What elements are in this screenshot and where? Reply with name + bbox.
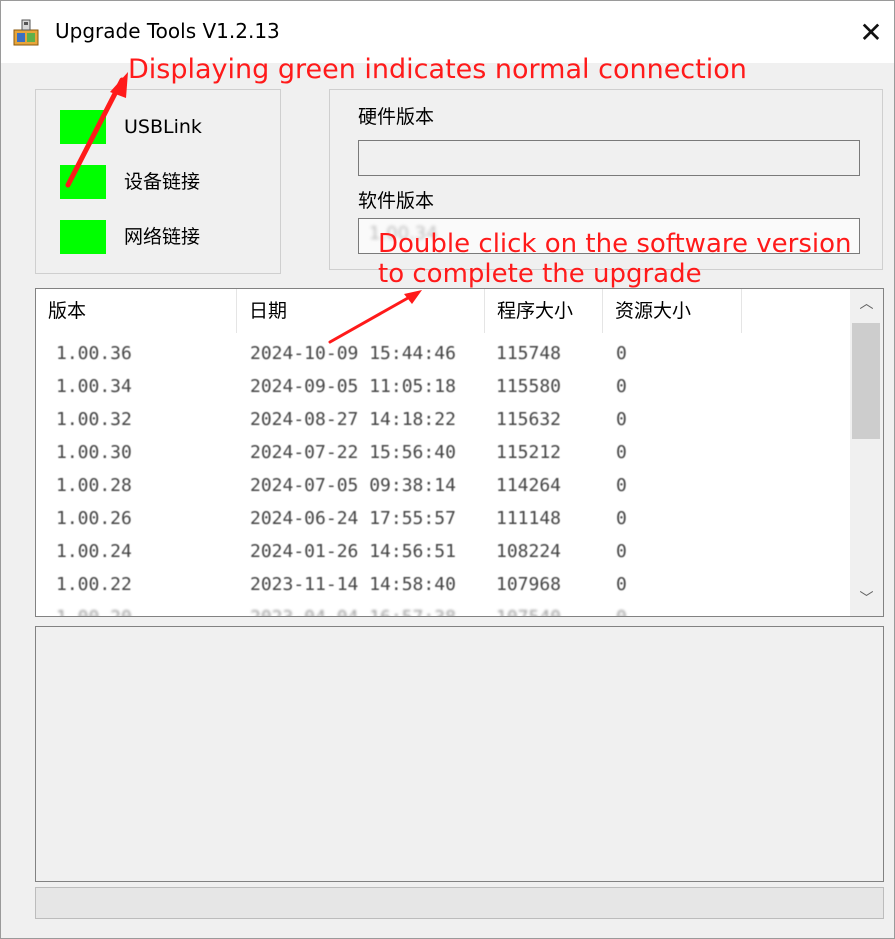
- row-program-size: 115212: [496, 442, 562, 463]
- output-log-area: [35, 626, 884, 882]
- network-link-indicator: [60, 220, 106, 254]
- row-date: 2023-11-14 14:58:40: [250, 574, 456, 595]
- row-resource-size: 0: [616, 409, 627, 430]
- scroll-down-icon[interactable]: ﹀: [850, 584, 883, 614]
- row-version: 1.00.26: [56, 508, 132, 529]
- row-date: 2024-09-05 11:05:18: [250, 376, 456, 397]
- window-title: Upgrade Tools V1.2.13: [55, 19, 280, 43]
- row-resource-size: 0: [616, 541, 627, 562]
- row-version: 1.00.36: [56, 343, 132, 364]
- firmware-list-row[interactable]: 1.00.22 2023-11-14 14:58:40 107968 0: [36, 568, 850, 601]
- usblink-label: USBLink: [124, 116, 202, 138]
- list-header: 版本 日期 程序大小 资源大小: [36, 289, 850, 333]
- row-date: 2024-08-27 14:18:22: [250, 409, 456, 430]
- software-version-label: 软件版本: [358, 190, 435, 212]
- upgrade-tools-app-icon: [13, 19, 39, 46]
- row-version: 1.00.32: [56, 409, 132, 430]
- row-resource-size: 0: [616, 601, 627, 616]
- device-link-indicator: [60, 165, 106, 199]
- row-program-size: 107968: [496, 574, 562, 595]
- row-version: 1.00.30: [56, 442, 132, 463]
- row-resource-size: 0: [616, 442, 627, 463]
- row-date: 2024-06-24 17:55:57: [250, 508, 456, 529]
- row-resource-size: 0: [616, 508, 627, 529]
- row-resource-size: 0: [616, 475, 627, 496]
- usblink-indicator: [60, 110, 106, 144]
- hardware-version-label: 硬件版本: [358, 106, 435, 128]
- firmware-list-row[interactable]: 1.00.32 2024-08-27 14:18:22 115632 0: [36, 403, 850, 436]
- row-resource-size: 0: [616, 343, 627, 364]
- scroll-up-icon[interactable]: ︿: [850, 289, 883, 319]
- close-icon[interactable]: ✕: [847, 13, 895, 53]
- row-resource-size: 0: [616, 376, 627, 397]
- firmware-list-row[interactable]: 1.00.20 2023-04-04 16:57:38 107540 0: [36, 601, 850, 616]
- network-link-label: 网络链接: [124, 226, 201, 248]
- row-date: 2023-04-04 16:57:38: [250, 601, 456, 616]
- firmware-list-row[interactable]: 1.00.36 2024-10-09 15:44:46 115748 0: [36, 337, 850, 370]
- column-header-date[interactable]: 日期: [237, 289, 485, 333]
- upgrade-tools-window: Upgrade Tools V1.2.13 ✕ USBLink 设备链接 网络链…: [0, 0, 895, 939]
- row-program-size: 115748: [496, 343, 562, 364]
- row-date: 2024-10-09 15:44:46: [250, 343, 456, 364]
- upgrade-annotation-line2: to complete the upgrade: [378, 259, 702, 289]
- firmware-version-list[interactable]: 版本 日期 程序大小 资源大小 1.00.36 2024-10-09 15:44:…: [35, 288, 884, 617]
- firmware-list-row[interactable]: 1.00.30 2024-07-22 15:56:40 115212 0: [36, 436, 850, 469]
- firmware-list-row[interactable]: 1.00.26 2024-06-24 17:55:57 111148 0: [36, 502, 850, 535]
- row-version: 1.00.20: [56, 601, 132, 616]
- row-version: 1.00.22: [56, 574, 132, 595]
- row-resource-size: 0: [616, 574, 627, 595]
- column-header-program-size[interactable]: 程序大小: [485, 289, 603, 333]
- row-date: 2024-07-22 15:56:40: [250, 442, 456, 463]
- hardware-version-field: [358, 140, 860, 176]
- row-program-size: 107540: [496, 601, 561, 616]
- row-program-size: 115632: [496, 409, 562, 430]
- row-program-size: 115580: [496, 376, 562, 397]
- firmware-list-row[interactable]: 1.00.24 2024-01-26 14:56:51 108224 0: [36, 535, 850, 568]
- column-header-version[interactable]: 版本: [36, 289, 237, 333]
- row-version: 1.00.24: [56, 541, 132, 562]
- list-vertical-scrollbar[interactable]: ︿ ﹀: [850, 289, 883, 616]
- upgrade-annotation-line1: Double click on the software version: [378, 229, 852, 259]
- scrollbar-thumb[interactable]: [852, 323, 880, 439]
- firmware-list-row[interactable]: 1.00.28 2024-07-05 09:38:14 114264 0: [36, 469, 850, 502]
- row-version: 1.00.28: [56, 475, 132, 496]
- firmware-list-row[interactable]: 1.00.34 2024-09-05 11:05:18 115580 0: [36, 370, 850, 403]
- row-version: 1.00.34: [56, 376, 132, 397]
- row-program-size: 114264: [496, 475, 562, 496]
- row-program-size: 111148: [496, 508, 562, 529]
- row-date: 2024-01-26 14:56:51: [250, 541, 456, 562]
- row-program-size: 108224: [496, 541, 562, 562]
- upgrade-progress-bar: [35, 887, 884, 919]
- row-date: 2024-07-05 09:38:14: [250, 475, 456, 496]
- device-link-label: 设备链接: [124, 171, 201, 193]
- connection-annotation: Displaying green indicates normal connec…: [128, 54, 747, 85]
- connection-status-panel: USBLink 设备链接 网络链接: [35, 89, 281, 274]
- column-header-resource-size[interactable]: 资源大小: [603, 289, 742, 333]
